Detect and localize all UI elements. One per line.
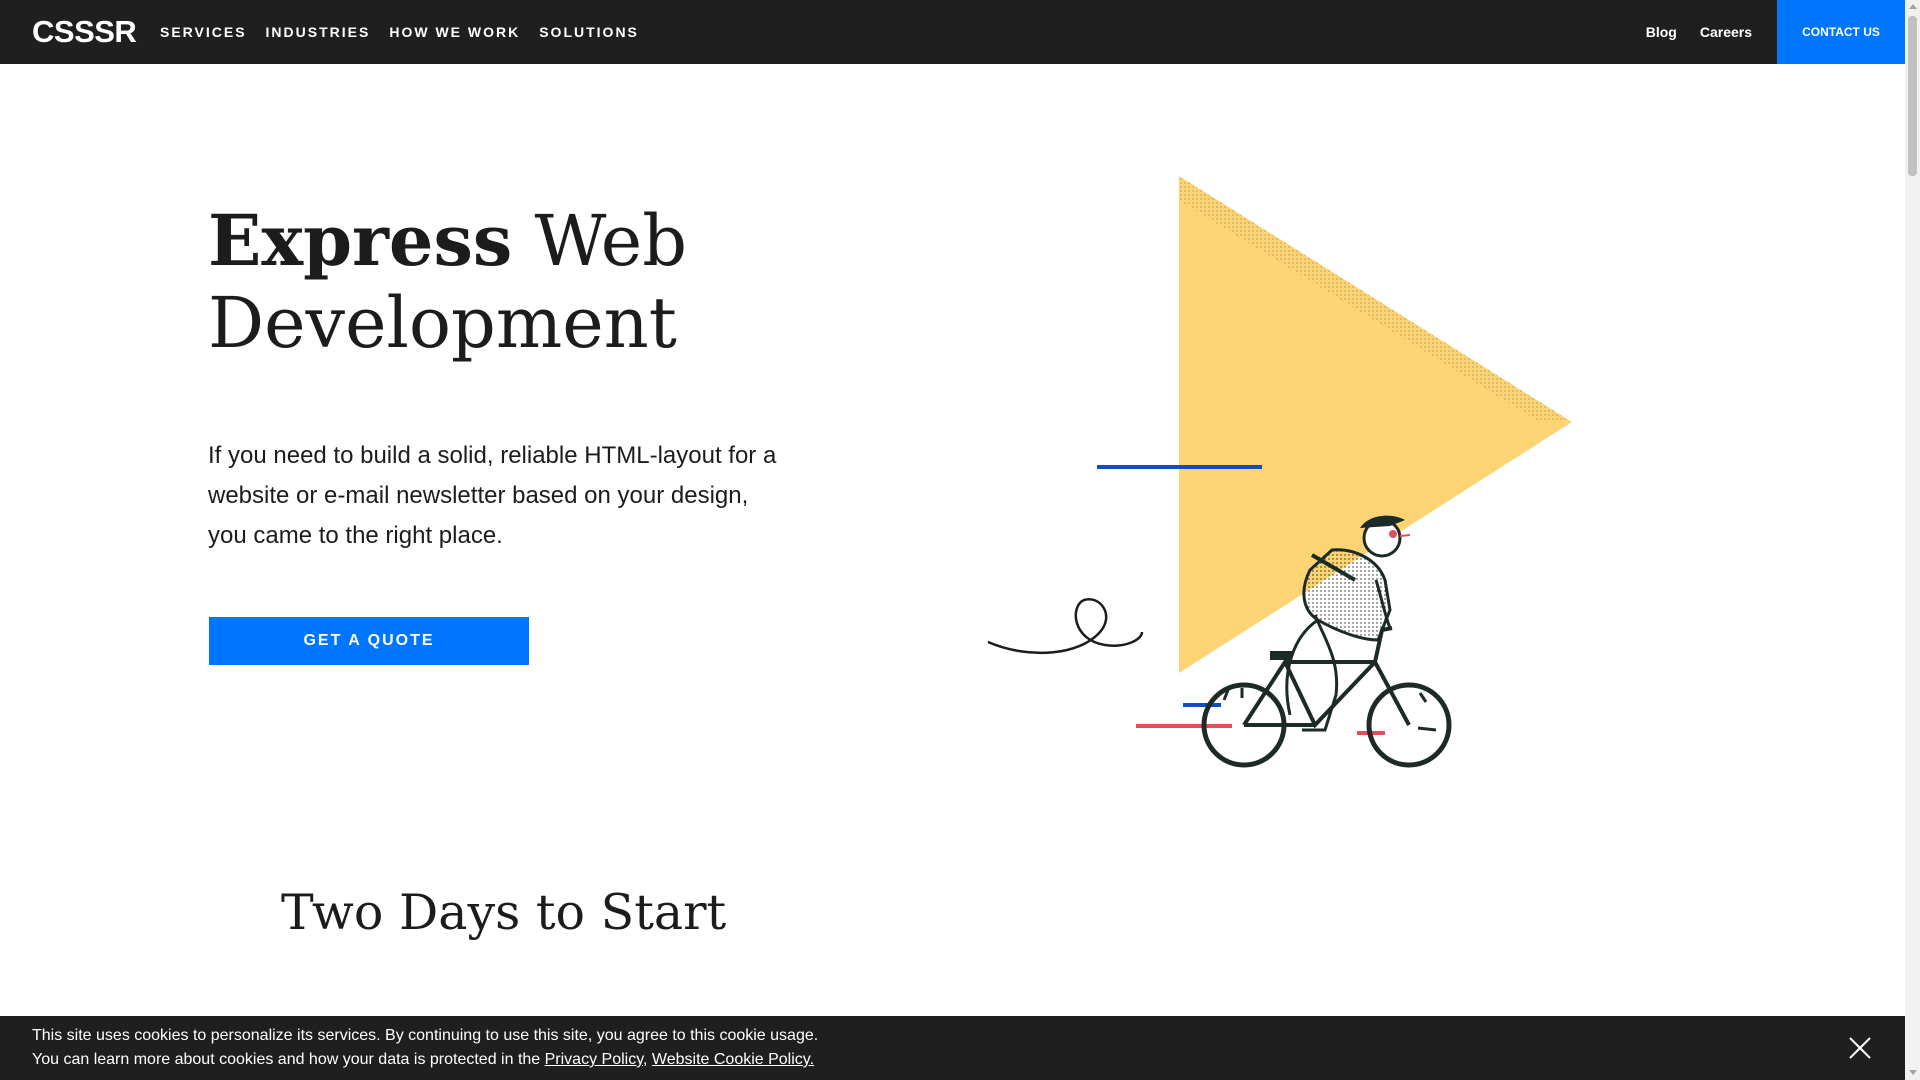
cookie-line-2-prefix: You can learn more about cookies and how…	[32, 1051, 545, 1068]
blog-link[interactable]: Blog	[1646, 24, 1677, 40]
cookie-separator: ,	[643, 1051, 652, 1068]
hero-title-light-2: Development	[208, 282, 677, 364]
hero-description: If you need to build a solid, reliable H…	[208, 442, 777, 549]
cookie-line-2: You can learn more about cookies and how…	[32, 1048, 818, 1072]
squiggle-shape	[987, 597, 1144, 655]
close-icon[interactable]	[1846, 1034, 1874, 1062]
cookie-banner: This site uses cookies to personalize it…	[0, 1016, 1905, 1080]
cookie-line-1: This site uses cookies to personalize it…	[32, 1027, 819, 1044]
secondary-nav: Blog Careers	[1623, 0, 1752, 64]
nav-item-solutions[interactable]: SOLUTIONS	[539, 24, 639, 40]
get-a-quote-button[interactable]: GET A QUOTE	[209, 617, 529, 665]
nav-item-how-we-work[interactable]: HOW WE WORK	[389, 24, 520, 40]
careers-link[interactable]: Careers	[1700, 24, 1752, 40]
nav-item-industries[interactable]: INDUSTRIES	[266, 24, 371, 40]
scroll-up-arrow-icon[interactable]	[1909, 4, 1917, 9]
nav-item-services[interactable]: SERVICES	[160, 24, 247, 40]
privacy-policy-link[interactable]: Privacy Policy	[545, 1051, 643, 1068]
page-scrollbar[interactable]	[1905, 0, 1920, 1080]
rider-body-shape	[1302, 548, 1392, 642]
site-logo[interactable]: CSSSR	[32, 14, 137, 50]
site-header: CSSSR SERVICES INDUSTRIES HOW WE WORK SO…	[0, 0, 1905, 64]
section-title: Two Days to Start	[281, 884, 727, 941]
contact-us-button[interactable]: CONTACT US	[1777, 0, 1905, 64]
main-nav: SERVICES INDUSTRIES HOW WE WORK SOLUTION…	[160, 0, 658, 64]
cyclist-triangle-illustration	[987, 176, 1572, 768]
cookie-policy-link[interactable]: Website Cookie Policy.	[652, 1051, 814, 1068]
hero-title-light-1: Web	[534, 200, 688, 282]
cookie-text: This site uses cookies to personalize it…	[32, 1024, 818, 1072]
scroll-down-arrow-icon[interactable]	[1909, 1070, 1917, 1075]
scroll-thumb[interactable]	[1908, 16, 1917, 176]
hero-title: Express Web Development	[208, 199, 688, 365]
hero-title-bold: Express	[208, 199, 513, 282]
